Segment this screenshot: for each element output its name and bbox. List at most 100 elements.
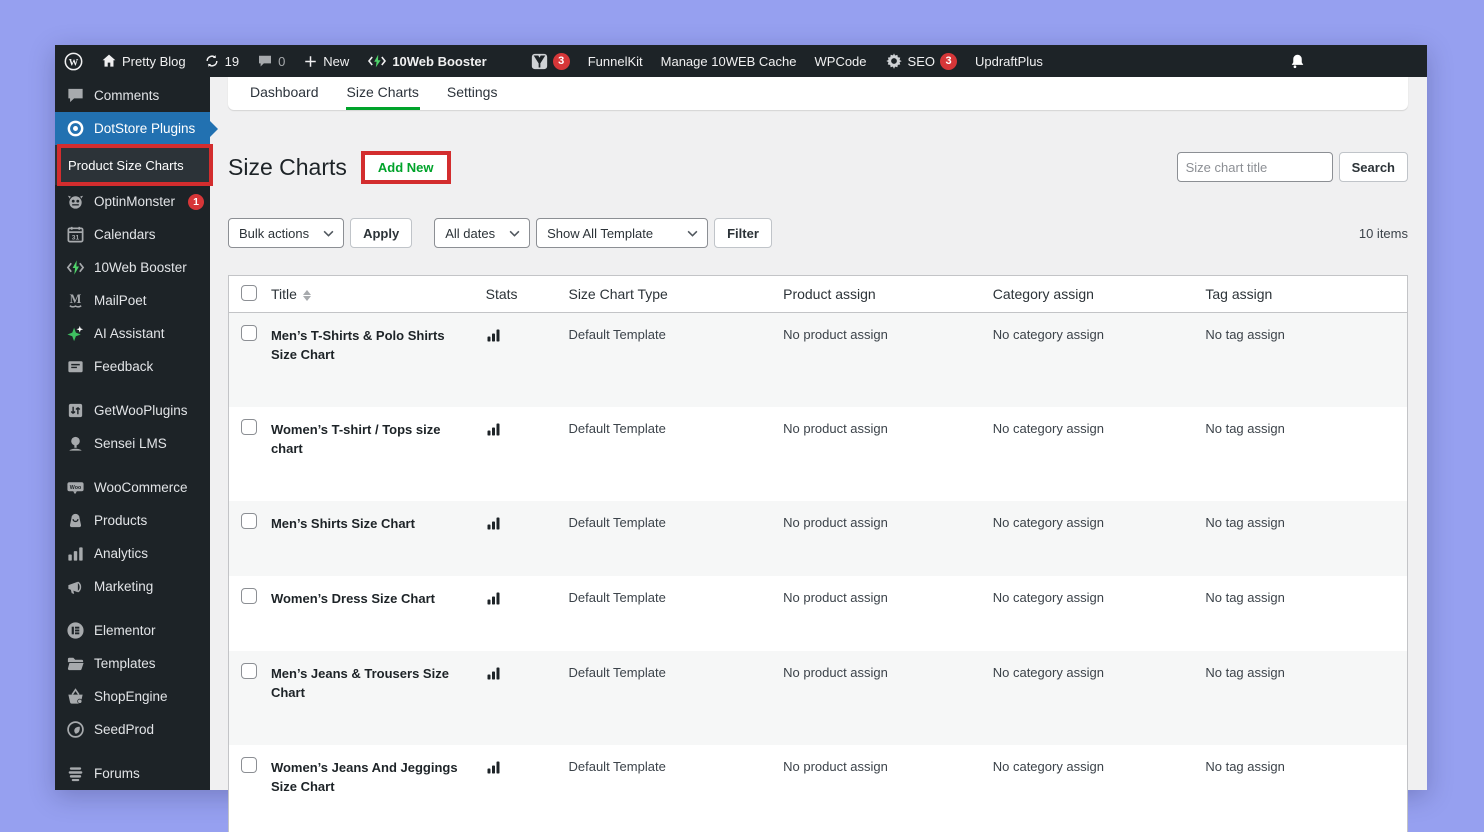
ai-assistant-icon xyxy=(66,324,85,343)
row-title-link[interactable]: Women’s Dress Size Chart xyxy=(271,591,435,606)
updates-link[interactable]: 19 xyxy=(195,45,248,77)
cache-label: Manage 10WEB Cache xyxy=(660,53,797,69)
title-header-label: Title xyxy=(270,286,297,302)
stats-bar-chart-icon[interactable] xyxy=(486,590,502,606)
select-all-checkbox[interactable] xyxy=(241,284,257,301)
row-title-link[interactable]: Men’s Shirts Size Chart xyxy=(271,516,415,531)
stats-bar-chart-icon[interactable] xyxy=(486,515,502,531)
search-input[interactable] xyxy=(1176,152,1333,182)
sidebar-item-label: 10Web Booster xyxy=(94,260,187,275)
sidebar-item-calendars[interactable]: 31 Calendars xyxy=(55,218,210,251)
seo-badge: 3 xyxy=(940,52,957,70)
wpcode-link[interactable]: WPCode xyxy=(806,45,876,77)
sidebar-item-label: Calendars xyxy=(94,227,156,242)
tab-size-charts[interactable]: Size Charts xyxy=(345,77,420,110)
tab-dashboard[interactable]: Dashboard xyxy=(249,77,320,110)
bulk-actions-select[interactable]: Bulk actions xyxy=(228,218,345,248)
row-tag: No tag assign xyxy=(1205,327,1285,342)
add-new-button[interactable]: Add New xyxy=(364,154,447,180)
chevron-down-icon xyxy=(323,230,334,237)
sidebar-item-sensei-lms[interactable]: Sensei LMS xyxy=(55,427,210,460)
row-checkbox[interactable] xyxy=(241,757,257,773)
sidebar-item-dotstore-plugins[interactable]: DotStore Plugins xyxy=(55,112,218,145)
sidebar-item-label: OptinMonster xyxy=(94,194,176,209)
10web-booster-link[interactable]: 10Web Booster xyxy=(358,45,495,77)
sidebar-item-marketing[interactable]: Marketing xyxy=(55,570,210,603)
yoast-notifications[interactable]: 3 xyxy=(522,45,579,77)
updraftplus-link[interactable]: UpdraftPlus xyxy=(966,45,1052,77)
sidebar-item-feedback[interactable]: Feedback xyxy=(55,350,210,383)
stats-bar-chart-icon[interactable] xyxy=(486,665,502,681)
sidebar-item-optinmonster[interactable]: OptinMonster 1 xyxy=(55,185,210,218)
sidebar-item-label: SeedProd xyxy=(94,722,155,737)
sidebar-item-comments[interactable]: Comments xyxy=(55,79,210,112)
sidebar-item-templates[interactable]: Templates xyxy=(55,647,210,680)
row-checkbox[interactable] xyxy=(241,663,257,679)
row-title-link[interactable]: Women’s T-shirt / Tops size chart xyxy=(271,422,441,456)
row-title-link[interactable]: Women’s Jeans And Jeggings Size Chart xyxy=(271,760,458,794)
sidebar-badge: 1 xyxy=(188,193,205,210)
stats-bar-chart-icon[interactable] xyxy=(486,759,502,775)
sidebar-item-label: Elementor xyxy=(94,623,156,638)
sidebar-item-shopengine[interactable]: ShopEngine xyxy=(55,680,210,713)
table-body: Men’s T-Shirts & Polo Shirts Size Chart … xyxy=(229,313,1407,832)
row-title-link[interactable]: Men’s Jeans & Trousers Size Chart xyxy=(271,666,449,700)
sidebar-item-seedprod[interactable]: SeedProd xyxy=(55,713,210,746)
filter-button[interactable]: Filter xyxy=(714,218,772,248)
yoast-badge: 3 xyxy=(552,52,570,70)
svg-text:Woo: Woo xyxy=(70,485,82,491)
wp-admin-window: W Pretty Blog 19 0 New 10Web Booster 3 F… xyxy=(55,45,1427,832)
sidebar-item-label: Templates xyxy=(94,656,156,671)
list-table-controls: Bulk actions Apply All dates Show All Te… xyxy=(228,218,1408,248)
row-category: No category assign xyxy=(992,665,1105,680)
sidebar-item-analytics[interactable]: Analytics xyxy=(55,537,210,570)
row-checkbox[interactable] xyxy=(241,588,257,604)
row-type: Default Template xyxy=(568,327,666,342)
row-title-link[interactable]: Men’s T-Shirts & Polo Shirts Size Chart xyxy=(271,328,445,362)
site-name-link[interactable]: Pretty Blog xyxy=(92,45,195,77)
dates-filter-select[interactable]: All dates xyxy=(434,218,531,248)
new-content-button[interactable]: New xyxy=(294,45,358,77)
sidebar-item-ai-assistant[interactable]: AI Assistant xyxy=(55,317,210,350)
manage-10web-cache-link[interactable]: Manage 10WEB Cache xyxy=(652,45,806,77)
dates-filter-value: All dates xyxy=(445,225,496,241)
sidebar-submenu-product-size-charts[interactable]: Product Size Charts xyxy=(55,144,213,186)
wordpress-menu[interactable]: W xyxy=(55,45,92,77)
submenu-label: Product Size Charts xyxy=(68,157,184,173)
row-category: No category assign xyxy=(992,590,1105,605)
column-header-product: Product assign xyxy=(783,286,876,302)
sidebar-item-label: Feedback xyxy=(94,359,154,374)
row-category: No category assign xyxy=(992,421,1105,436)
sidebar-item-10web-booster[interactable]: 10Web Booster xyxy=(55,251,210,284)
sidebar-item-woocommerce[interactable]: Woo WooCommerce xyxy=(55,471,210,504)
notifications-bell[interactable] xyxy=(1280,45,1315,77)
template-filter-select[interactable]: Show All Template xyxy=(536,218,709,248)
row-checkbox[interactable] xyxy=(241,513,257,529)
sidebar-item-getwooplugins[interactable]: GetWooPlugins xyxy=(55,394,210,427)
comments-link[interactable]: 0 xyxy=(248,45,294,77)
stats-bar-chart-icon[interactable] xyxy=(486,327,502,343)
sidebar-item-label: Analytics xyxy=(94,546,149,561)
comment-bubble-icon xyxy=(259,55,272,67)
sidebar-item-products[interactable]: Products xyxy=(55,504,210,537)
sidebar-item-mailpoet[interactable]: M MailPoet xyxy=(55,284,210,317)
stats-bar-chart-icon[interactable] xyxy=(486,421,502,437)
search-button[interactable]: Search xyxy=(1338,152,1408,182)
row-checkbox[interactable] xyxy=(241,325,257,341)
apply-button[interactable]: Apply xyxy=(350,218,413,248)
sidebar-item-forums[interactable]: Forums xyxy=(55,757,210,790)
seo-menu[interactable]: SEO 3 xyxy=(876,45,966,77)
row-tag: No tag assign xyxy=(1205,421,1285,436)
chevron-down-icon xyxy=(509,230,520,237)
column-header-title[interactable]: Title xyxy=(271,286,486,302)
sensei-icon xyxy=(66,434,85,453)
sidebar-item-label: GetWooPlugins xyxy=(94,403,188,418)
tab-settings[interactable]: Settings xyxy=(446,77,499,110)
row-checkbox[interactable] xyxy=(241,419,257,435)
analytics-icon xyxy=(66,544,85,563)
sidebar-item-elementor[interactable]: Elementor xyxy=(55,614,210,647)
row-product: No product assign xyxy=(783,515,888,530)
sidebar-item-label: Comments xyxy=(94,88,160,103)
funnelkit-link[interactable]: FunnelKit xyxy=(579,45,652,77)
row-select-cell xyxy=(229,313,271,344)
